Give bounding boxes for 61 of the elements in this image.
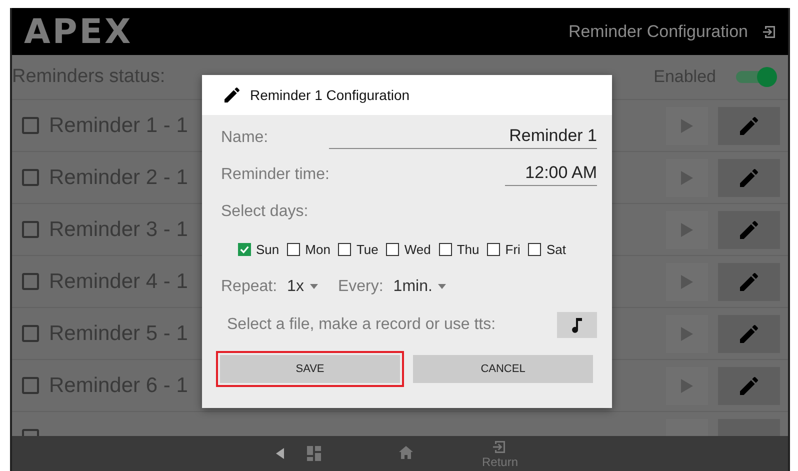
logo: APEX [24, 14, 133, 48]
name-field[interactable]: Reminder 1 [329, 126, 597, 149]
day-checkbox[interactable] [238, 242, 251, 256]
day-label: Tue [356, 242, 378, 256]
day-label: Fri [505, 242, 520, 256]
checkbox[interactable] [22, 377, 39, 394]
play-button[interactable] [666, 106, 708, 144]
caret-icon [438, 284, 446, 289]
days-label: Select days: [221, 202, 308, 220]
play-icon [681, 274, 693, 288]
time-label: Reminder time: [221, 166, 330, 184]
pencil-icon [222, 85, 242, 105]
day-label: Thu [456, 242, 480, 256]
dialog-title: Reminder 1 Configuration [250, 87, 410, 103]
dialog-button[interactable]: SAVE [220, 355, 400, 383]
name-label: Name: [221, 128, 268, 146]
time-field[interactable]: 12:00 AM [505, 163, 597, 186]
every-dropdown[interactable]: 1min. [393, 278, 446, 296]
music-note-icon [571, 317, 583, 333]
edit-button[interactable] [718, 366, 780, 404]
edit-button[interactable] [718, 106, 780, 144]
checkbox[interactable] [22, 169, 39, 186]
play-button[interactable] [666, 158, 708, 196]
page-title: Reminder Configuration [568, 22, 748, 42]
edit-button[interactable] [718, 158, 780, 196]
play-button[interactable] [666, 366, 708, 404]
day-checkbox[interactable] [338, 242, 352, 256]
day-label: Wed [404, 242, 431, 256]
checkbox[interactable] [22, 273, 39, 290]
file-label: Select a file, make a record or use tts: [227, 316, 496, 334]
checkbox[interactable] [22, 325, 39, 342]
day-label: Mon [305, 242, 330, 256]
day-checkbox[interactable] [287, 242, 300, 256]
play-icon [681, 222, 693, 236]
checkbox[interactable] [22, 221, 39, 238]
day-checkbox[interactable] [487, 242, 500, 256]
dialog-button[interactable]: CANCEL [413, 355, 593, 383]
play-button[interactable] [666, 262, 708, 300]
day-checkbox[interactable] [438, 242, 452, 256]
edit-button[interactable] [718, 262, 780, 300]
play-icon [681, 170, 693, 184]
play-button[interactable] [666, 210, 708, 248]
checkbox[interactable] [22, 117, 39, 134]
repeat-label: Repeat: [221, 278, 278, 296]
day-label: Sun [256, 242, 280, 256]
day-checkbox[interactable] [386, 242, 400, 256]
edit-button[interactable] [718, 210, 780, 248]
music-button[interactable] [557, 312, 597, 338]
edit-button[interactable] [718, 314, 780, 352]
day-checkbox[interactable] [528, 242, 542, 256]
day-label: Sat [546, 242, 566, 256]
every-label: Every: [338, 278, 384, 296]
play-button[interactable] [666, 314, 708, 352]
exit-icon [492, 438, 508, 454]
play-icon [681, 378, 693, 392]
play-icon [681, 326, 693, 340]
exit-icon[interactable] [762, 24, 778, 40]
play-icon [681, 118, 693, 132]
caret-icon [310, 284, 318, 289]
toggle-switch[interactable] [734, 66, 778, 88]
repeat-dropdown[interactable]: 1x [287, 278, 318, 296]
